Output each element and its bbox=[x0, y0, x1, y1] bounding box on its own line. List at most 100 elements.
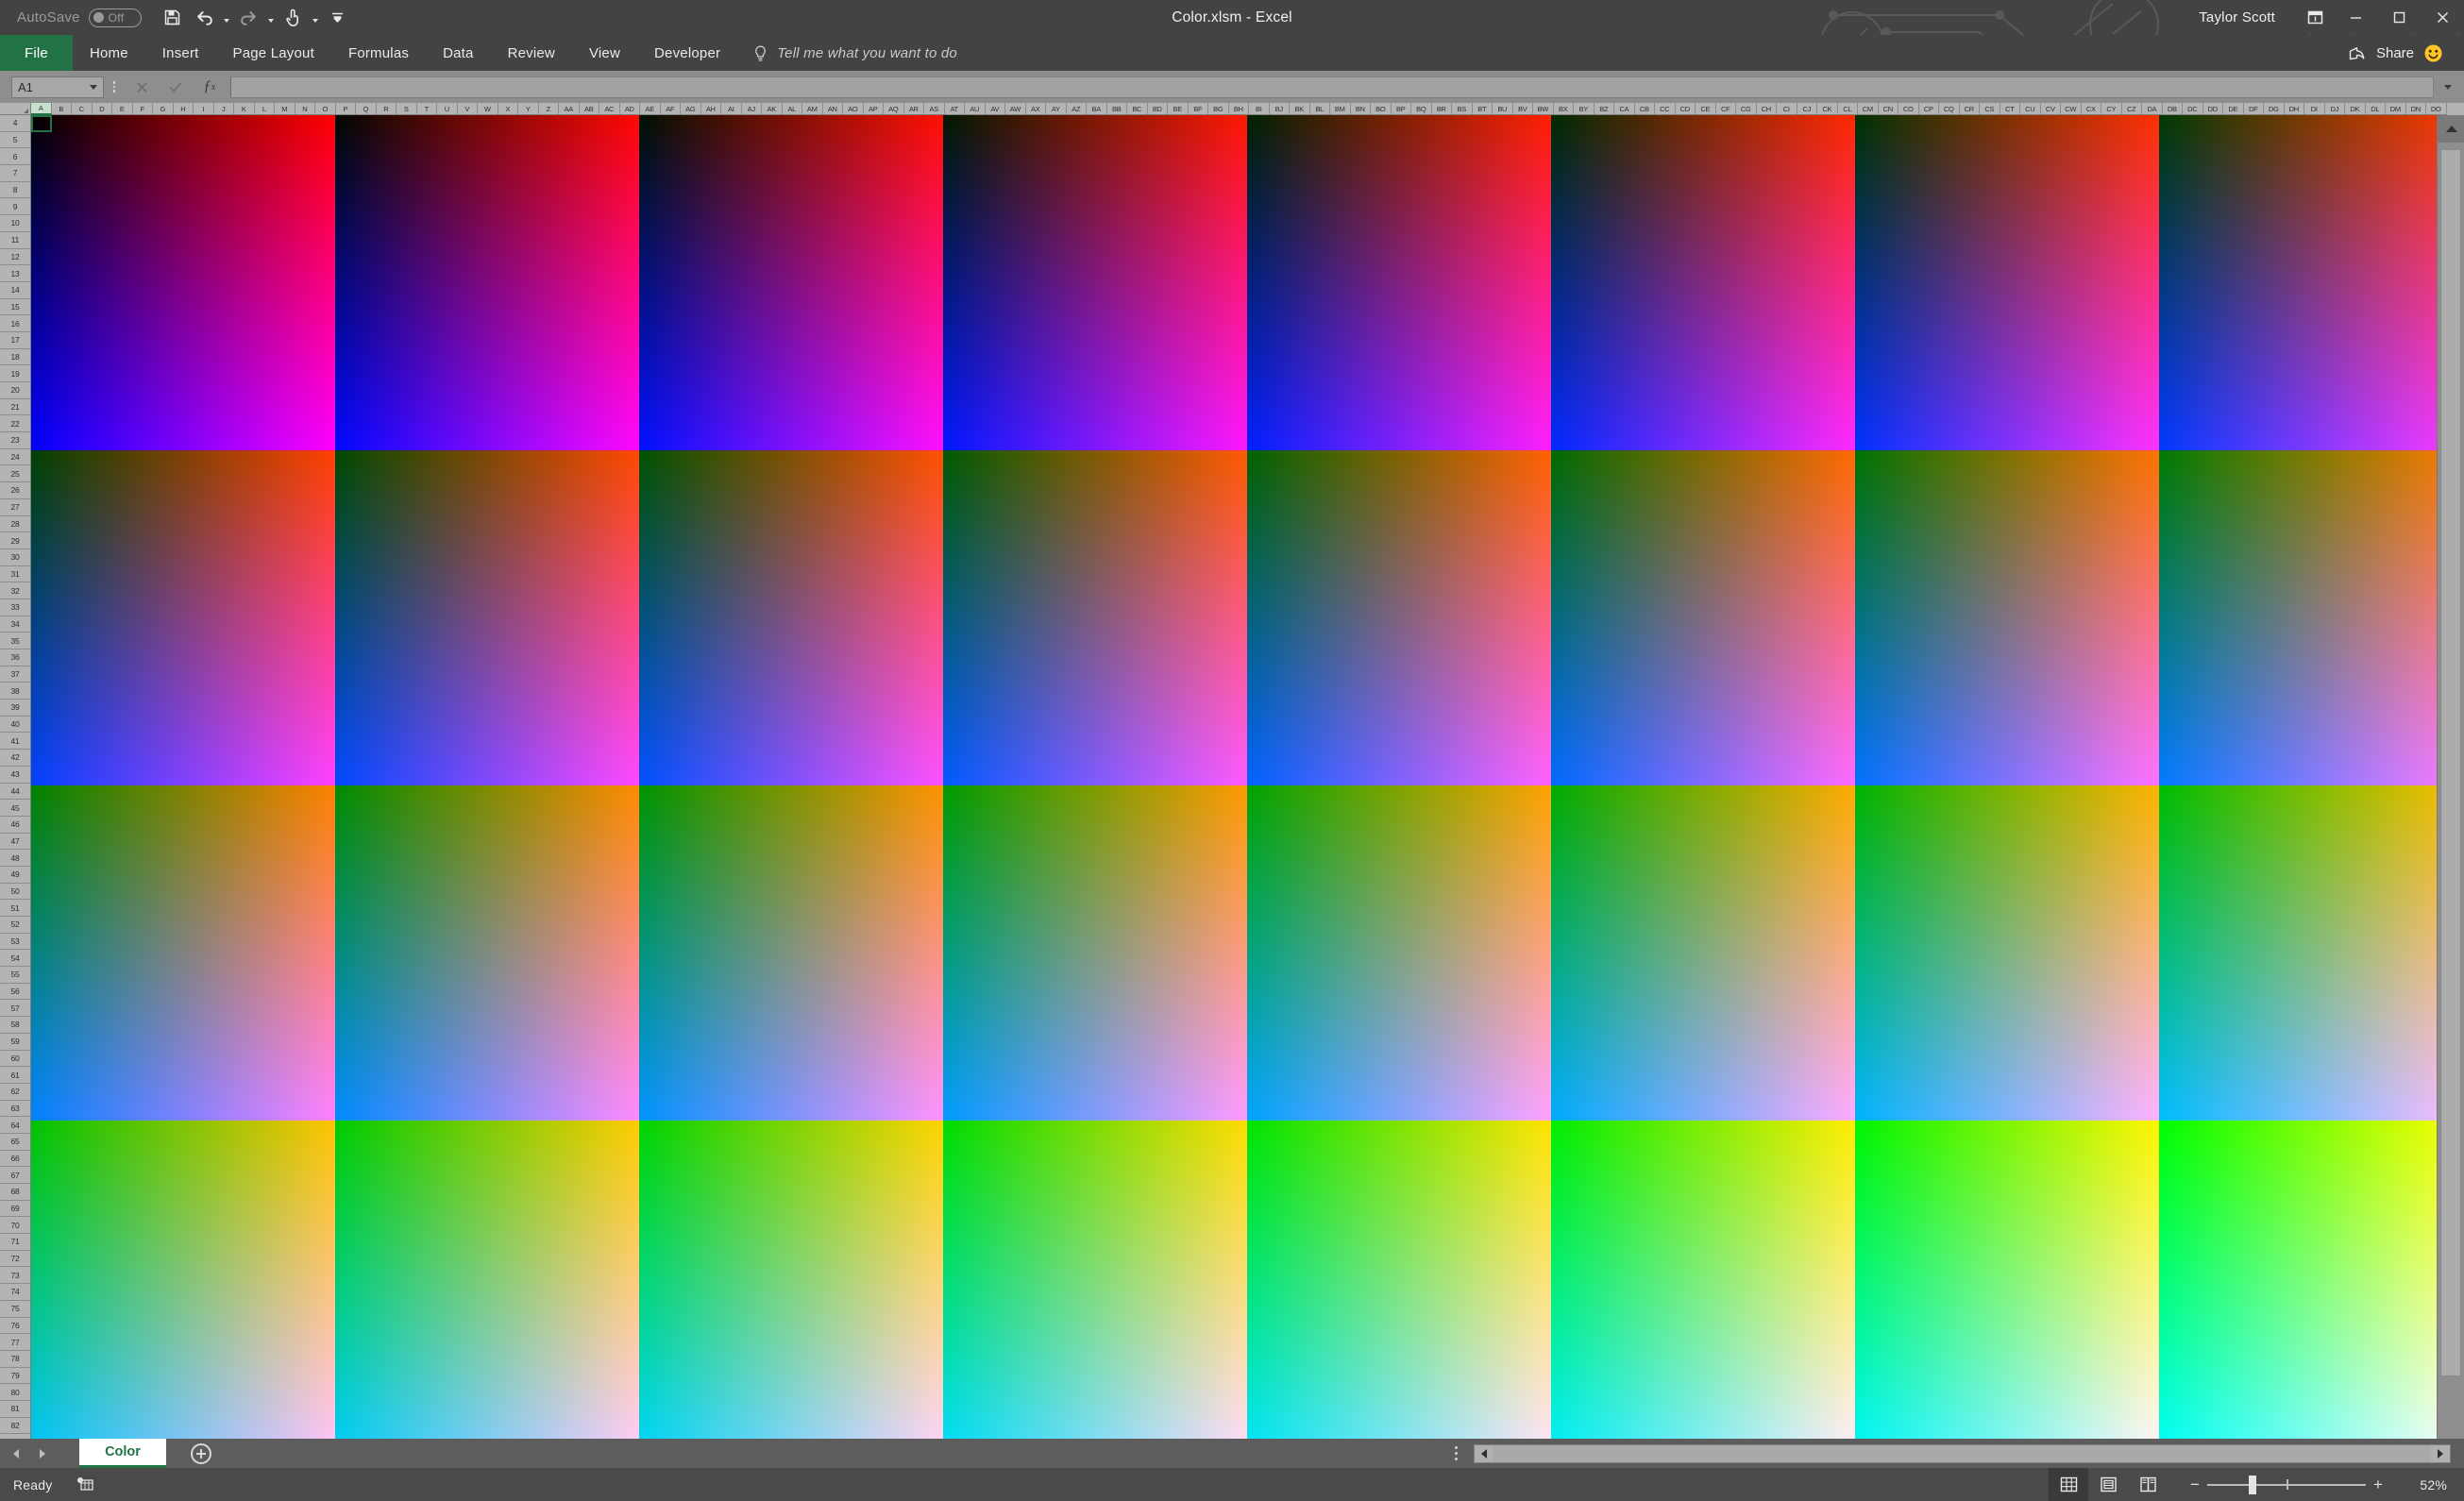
row-header-26[interactable]: 26 bbox=[0, 482, 31, 499]
column-header-AV[interactable]: AV bbox=[986, 103, 1006, 115]
column-header-DA[interactable]: DA bbox=[2142, 103, 2163, 115]
vertical-scroll-thumb[interactable] bbox=[2440, 149, 2461, 1376]
color-tile[interactable] bbox=[335, 785, 639, 1121]
column-header-AF[interactable]: AF bbox=[661, 103, 682, 115]
row-header-66[interactable]: 66 bbox=[0, 1151, 31, 1168]
row-header-9[interactable]: 9 bbox=[0, 198, 31, 215]
column-header-BT[interactable]: BT bbox=[1473, 103, 1494, 115]
column-header-DC[interactable]: DC bbox=[2183, 103, 2203, 115]
column-header-AL[interactable]: AL bbox=[783, 103, 803, 115]
row-header-54[interactable]: 54 bbox=[0, 950, 31, 967]
row-header-24[interactable]: 24 bbox=[0, 449, 31, 466]
column-header-G[interactable]: G bbox=[153, 103, 174, 115]
color-tile[interactable] bbox=[639, 450, 943, 785]
column-header-AO[interactable]: AO bbox=[843, 103, 864, 115]
row-header-37[interactable]: 37 bbox=[0, 666, 31, 683]
scroll-up-button[interactable] bbox=[2438, 115, 2464, 143]
redo-dropdown-icon[interactable] bbox=[265, 4, 278, 32]
column-header-J[interactable]: J bbox=[214, 103, 235, 115]
column-header-BE[interactable]: BE bbox=[1168, 103, 1189, 115]
column-header-BL[interactable]: BL bbox=[1310, 103, 1331, 115]
color-tile[interactable] bbox=[943, 115, 1247, 450]
column-header-BU[interactable]: BU bbox=[1493, 103, 1513, 115]
row-header-53[interactable]: 53 bbox=[0, 934, 31, 951]
column-header-BR[interactable]: BR bbox=[1432, 103, 1453, 115]
normal-view-button[interactable] bbox=[2049, 1468, 2088, 1501]
row-header-30[interactable]: 30 bbox=[0, 549, 31, 566]
column-header-BX[interactable]: BX bbox=[1554, 103, 1575, 115]
column-header-I[interactable]: I bbox=[194, 103, 214, 115]
column-header-K[interactable]: K bbox=[234, 103, 255, 115]
row-header-13[interactable]: 13 bbox=[0, 265, 31, 282]
zoom-slider[interactable]: − + bbox=[2183, 1468, 2390, 1501]
column-header-BF[interactable]: BF bbox=[1189, 103, 1209, 115]
row-header-18[interactable]: 18 bbox=[0, 349, 31, 366]
tell-me-search[interactable]: Tell me what you want to do bbox=[737, 35, 957, 71]
row-header-31[interactable]: 31 bbox=[0, 566, 31, 583]
color-tile[interactable] bbox=[639, 115, 943, 450]
row-header-42[interactable]: 42 bbox=[0, 750, 31, 767]
column-header-BZ[interactable]: BZ bbox=[1595, 103, 1615, 115]
row-header-28[interactable]: 28 bbox=[0, 516, 31, 533]
column-header-BD[interactable]: BD bbox=[1148, 103, 1169, 115]
row-header-76[interactable]: 76 bbox=[0, 1318, 31, 1335]
row-header-55[interactable]: 55 bbox=[0, 967, 31, 984]
row-header-35[interactable]: 35 bbox=[0, 632, 31, 649]
column-header-BY[interactable]: BY bbox=[1574, 103, 1595, 115]
column-header-AA[interactable]: AA bbox=[559, 103, 580, 115]
column-header-U[interactable]: U bbox=[437, 103, 458, 115]
row-header-40[interactable]: 40 bbox=[0, 717, 31, 734]
color-tile[interactable] bbox=[2159, 450, 2437, 785]
minimize-button[interactable] bbox=[2334, 0, 2377, 35]
row-header-64[interactable]: 64 bbox=[0, 1117, 31, 1134]
touch-mode-icon[interactable] bbox=[278, 4, 310, 32]
color-tile[interactable] bbox=[1247, 115, 1551, 450]
zoom-slider-knob[interactable] bbox=[2249, 1476, 2256, 1494]
row-header-79[interactable]: 79 bbox=[0, 1368, 31, 1385]
scroll-right-button[interactable] bbox=[2431, 1445, 2450, 1462]
column-header-D[interactable]: D bbox=[93, 103, 113, 115]
column-header-BV[interactable]: BV bbox=[1513, 103, 1534, 115]
column-header-DO[interactable]: DO bbox=[2426, 103, 2447, 115]
column-header-CY[interactable]: CY bbox=[2101, 103, 2122, 115]
ribbon-display-options-icon[interactable] bbox=[2296, 0, 2334, 35]
zoom-in-button[interactable]: + bbox=[2366, 1468, 2390, 1501]
cell-area[interactable] bbox=[31, 115, 2437, 1439]
column-header-CJ[interactable]: CJ bbox=[1797, 103, 1818, 115]
row-header-21[interactable]: 21 bbox=[0, 399, 31, 416]
column-header-AY[interactable]: AY bbox=[1046, 103, 1067, 115]
row-header-50[interactable]: 50 bbox=[0, 884, 31, 901]
undo-dropdown-icon[interactable] bbox=[221, 4, 233, 32]
row-header-57[interactable]: 57 bbox=[0, 1000, 31, 1017]
color-tile[interactable] bbox=[335, 1121, 639, 1439]
color-tile[interactable] bbox=[335, 115, 639, 450]
row-header-65[interactable]: 65 bbox=[0, 1134, 31, 1151]
column-header-CR[interactable]: CR bbox=[1960, 103, 1981, 115]
column-header-AZ[interactable]: AZ bbox=[1067, 103, 1088, 115]
color-tile[interactable] bbox=[639, 785, 943, 1121]
name-box-dropdown-icon[interactable] bbox=[90, 85, 97, 90]
color-tile[interactable] bbox=[31, 115, 335, 450]
row-header-70[interactable]: 70 bbox=[0, 1217, 31, 1234]
column-header-AU[interactable]: AU bbox=[965, 103, 986, 115]
tab-home[interactable]: Home bbox=[73, 35, 145, 71]
cancel-formula-icon[interactable] bbox=[125, 76, 159, 98]
column-header-CM[interactable]: CM bbox=[1858, 103, 1879, 115]
column-header-BI[interactable]: BI bbox=[1249, 103, 1270, 115]
column-header-DN[interactable]: DN bbox=[2406, 103, 2427, 115]
column-header-DM[interactable]: DM bbox=[2386, 103, 2406, 115]
row-header-75[interactable]: 75 bbox=[0, 1301, 31, 1318]
row-header-60[interactable]: 60 bbox=[0, 1051, 31, 1068]
column-header-CQ[interactable]: CQ bbox=[1939, 103, 1960, 115]
column-header-C[interactable]: C bbox=[72, 103, 93, 115]
row-header-48[interactable]: 48 bbox=[0, 850, 31, 867]
column-header-BJ[interactable]: BJ bbox=[1270, 103, 1291, 115]
row-header-78[interactable]: 78 bbox=[0, 1351, 31, 1368]
color-tile[interactable] bbox=[1855, 450, 2159, 785]
column-header-CZ[interactable]: CZ bbox=[2122, 103, 2143, 115]
color-tile[interactable] bbox=[2159, 115, 2437, 450]
row-header-25[interactable]: 25 bbox=[0, 465, 31, 482]
autosave-toggle[interactable]: Off bbox=[89, 8, 142, 27]
column-header-BH[interactable]: BH bbox=[1229, 103, 1250, 115]
row-header-59[interactable]: 59 bbox=[0, 1034, 31, 1051]
